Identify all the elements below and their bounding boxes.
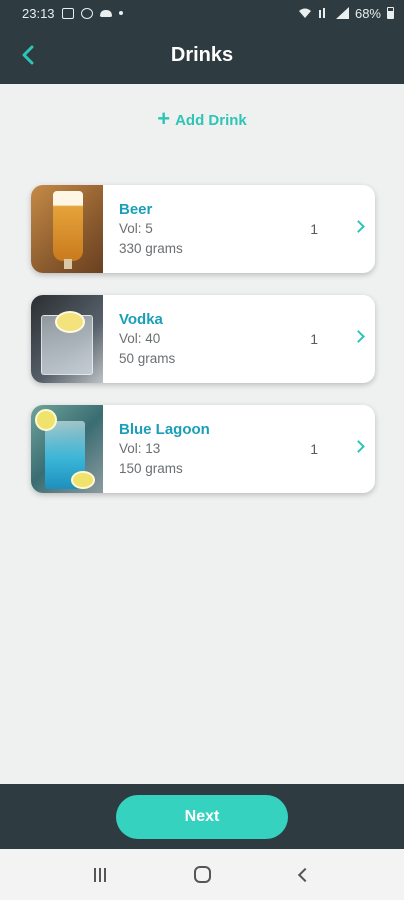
notification-dot-icon [118,11,123,15]
drink-weight: 150 grams [119,461,183,476]
next-button[interactable]: Next [116,794,288,839]
drink-list: Beer Vol: 5 330 grams 1 Vodka Vol: 40 50… [31,185,375,515]
cloud-icon [99,9,112,17]
plus-icon: + [157,106,171,131]
page-title: Drinks [170,43,234,66]
recents-icon[interactable] [94,867,107,882]
drink-weight: 330 grams [119,241,183,256]
status-bar: 23:13 68% [0,0,404,26]
drink-volume: Vol: 13 [119,441,161,456]
drink-volume: Vol: 40 [119,331,161,346]
add-drink-row: + Add Drink [0,106,404,131]
wifi-icon [298,8,311,18]
drink-volume: Vol: 5 [119,221,153,236]
battery-percent: 68% [354,5,381,21]
drink-info: Blue Lagoon Vol: 13 150 grams [103,405,375,493]
drink-quantity: 1 [310,331,318,347]
battery-icon [387,7,394,19]
drink-quantity: 1 [310,221,318,237]
drink-quantity: 1 [310,441,318,457]
vodka-image [31,295,103,383]
drink-weight: 50 grams [119,351,176,366]
whatsapp-icon [80,7,93,19]
cell-signal-icon [335,7,349,19]
system-nav-bar [0,849,404,900]
back-arrow-icon [22,45,34,65]
drink-card-vodka[interactable]: Vodka Vol: 40 50 grams 1 [31,295,375,383]
status-left: 23:13 [22,6,123,21]
back-button[interactable] [12,39,44,71]
data-signal-icon [318,8,325,18]
status-right: 68% [298,6,394,21]
drink-info: Vodka Vol: 40 50 grams [103,295,375,383]
add-drink-button[interactable]: + Add Drink [157,106,247,131]
gallery-icon [61,7,74,19]
drink-info: Beer Vol: 5 330 grams [103,185,375,273]
drink-card-beer[interactable]: Beer Vol: 5 330 grams 1 [31,185,375,273]
drink-name: Blue Lagoon [119,421,210,438]
blue-lagoon-image [31,405,103,493]
clock: 23:13 [22,5,55,21]
drink-name: Beer [119,201,153,218]
bottom-action-bar: Next [0,784,404,849]
drink-card-blue-lagoon[interactable]: Blue Lagoon Vol: 13 150 grams 1 [31,405,375,493]
system-back-icon[interactable] [297,867,312,882]
app-header: Drinks [0,26,404,84]
add-drink-label: Add Drink [175,111,247,129]
home-icon[interactable] [194,866,212,883]
drink-name: Vodka [119,311,163,328]
beer-image [31,185,103,273]
